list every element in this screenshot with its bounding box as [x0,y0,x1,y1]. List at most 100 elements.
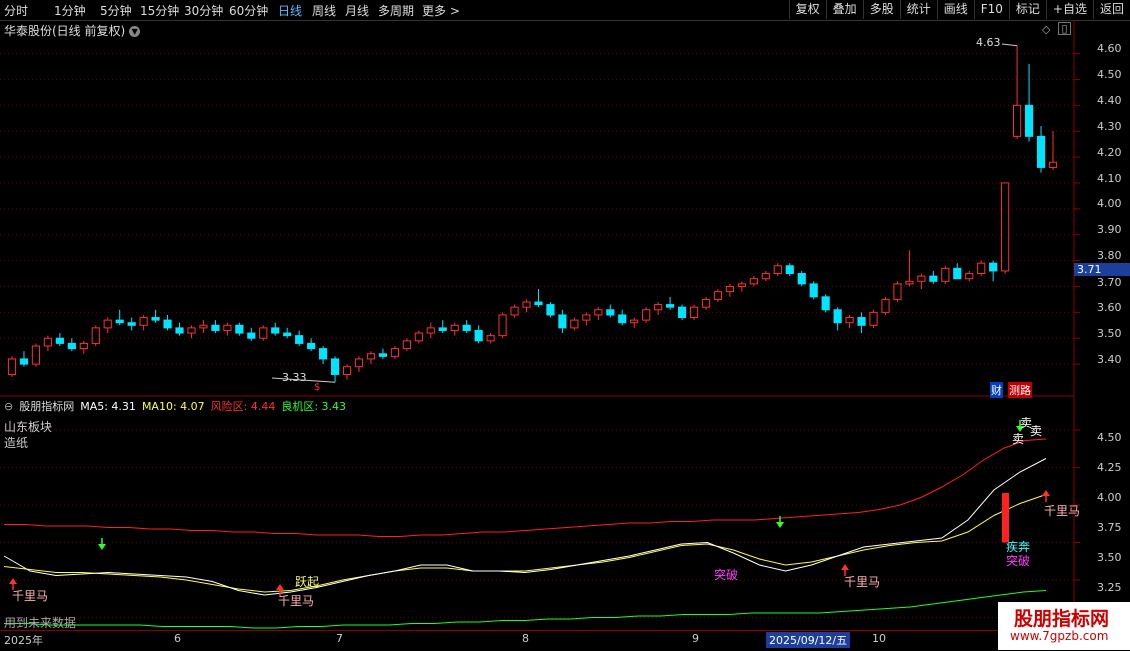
current-price-badge: 3.71 [1074,263,1130,276]
candle-body [223,324,232,331]
candle-body [594,309,603,316]
high-price-label: 4.63 [976,36,1001,49]
candle-body [462,324,471,331]
candle-body [845,317,854,324]
candle-body [354,358,364,368]
price-tick: 4.30 [1097,120,1122,133]
signal-qianlima-3: 千里马 [844,575,881,589]
indicator-tick: 3.75 [1097,521,1122,534]
indicator-name[interactable]: 股朋指标网 [19,400,74,413]
candle-body [211,324,220,331]
watermark-name: 股朋指标网 [1014,608,1110,630]
candle-body [749,278,758,285]
indicator-tick: 4.00 [1097,491,1122,504]
candle-body [19,358,29,365]
date-label-sep: 9 [692,632,699,645]
indicator-collapse-icon[interactable]: ⊖ [4,400,13,413]
candle-body [881,298,890,313]
arrow-down-icon [776,522,784,528]
ma10-readout: MA10: 4.07 [141,400,205,413]
candle-body [773,265,782,275]
candle-body [259,327,268,339]
candle-body [953,267,962,280]
signal-sell-1: 卖 [1012,432,1025,446]
candle-body [43,337,52,347]
candle-body [809,283,818,298]
candle-body [725,285,735,293]
candle-body [450,324,459,331]
diamond-icon[interactable]: ◇ [1042,23,1050,36]
price-tick: 3.90 [1097,223,1122,236]
chart-canvas[interactable] [0,0,1130,650]
candle-body [785,265,794,275]
candle-body [857,317,866,326]
candle-body [582,314,591,321]
candle-body [677,306,687,319]
candle-body [1024,104,1034,137]
candle-body [402,340,411,350]
candle-body [498,314,507,337]
indicator-tick: 3.50 [1097,551,1122,564]
high-arrow [1001,43,1018,47]
candle-body [642,309,651,321]
candle-body [713,291,723,300]
dividend-marker[interactable]: $ [314,382,320,393]
candle-body [558,314,567,329]
signal-bar [1002,493,1009,543]
candle-body [977,262,986,275]
candle-body [103,319,112,329]
candle-body [307,342,316,350]
candle-body [115,319,124,324]
indicator-header: ⊖ 股朋指标网 MA5: 4.31 MA10: 4.07 风险区: 4.44 良机区: 3… [4,398,352,414]
candle-body [127,322,136,326]
candle-body [941,267,950,282]
watermark-url: www.7gpzb.com [1010,629,1109,643]
price-tick: 4.50 [1097,68,1122,81]
candle-body [893,283,902,300]
price-tick: 4.00 [1097,197,1122,210]
industry-label: 造纸 [4,436,29,450]
candle-body [689,306,699,319]
candle-body [570,319,579,329]
signal-tupo-2: 突破 [1006,554,1031,568]
price-tick: 4.60 [1097,42,1122,55]
date-label-jul: 7 [336,632,343,645]
candle-body [414,332,423,342]
candle-body [1013,104,1022,137]
candle-body [247,332,256,339]
candle-body [510,306,519,316]
good-zone-line [4,590,1047,629]
good-zone-readout: 良机区: 3.43 [281,400,347,413]
sector-label: 山东板块 [4,420,53,434]
candle-body [426,327,435,334]
candle-body [7,358,17,375]
candle-body [79,342,88,350]
event-badge[interactable]: 测路 [1008,382,1032,398]
date-label-jun: 6 [174,632,181,645]
arrow-up-icon [1042,490,1050,496]
candle-body [319,348,328,360]
candle-body [295,335,304,344]
price-tick: 3.80 [1097,249,1122,262]
candle-body [271,327,280,334]
signal-qianlima-4: 千里马 [1044,504,1081,518]
signal-tupo-1: 突破 [714,568,739,582]
price-tick: 3.60 [1097,301,1122,314]
candle-body [31,345,41,365]
cursor-date-label: 2025/09/12/五 [766,632,851,648]
arrow-up-icon [841,564,849,570]
finance-badge[interactable]: 财 [990,382,1003,398]
candle-body [1048,161,1058,168]
candle-body [390,348,399,357]
candle-body [618,314,627,324]
candle-body [929,275,938,282]
low-price-label: 3.33 [282,371,307,384]
price-tick: 3.40 [1097,353,1122,366]
candle-body [151,317,160,321]
arrow-up-icon [276,584,284,590]
candle-body [342,366,352,375]
window-toggle-icon[interactable]: ▯ [1058,22,1071,35]
candle-body [175,327,184,334]
candle-body [905,280,914,285]
candle-body [1001,182,1010,272]
